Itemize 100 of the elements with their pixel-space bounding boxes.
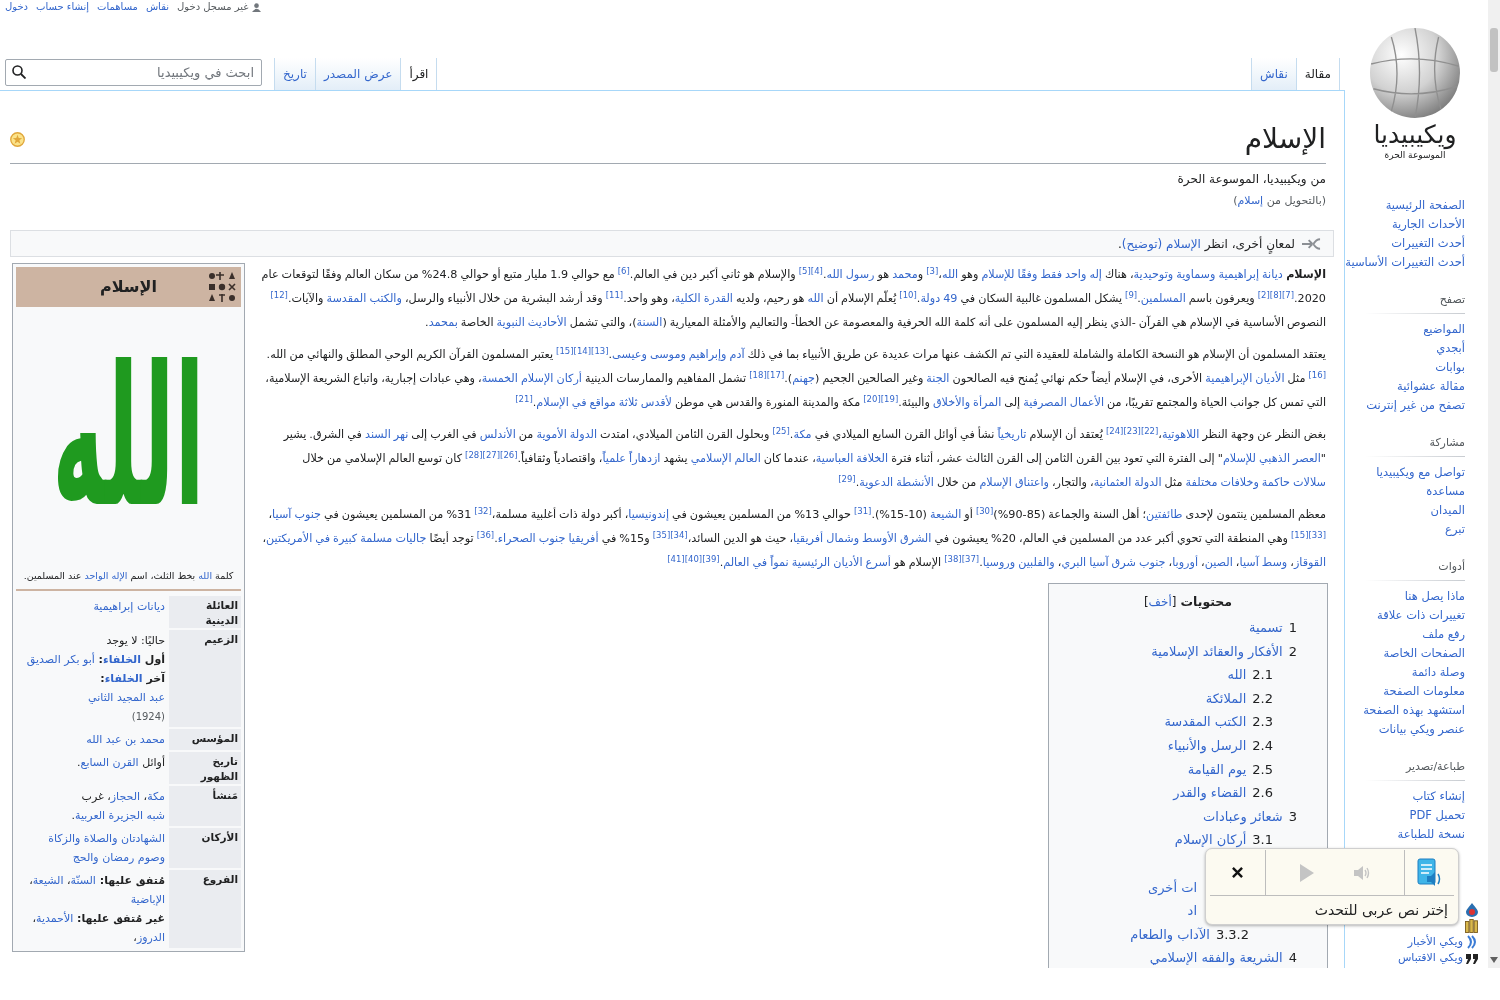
toc-toggle-link[interactable]: أخف (1148, 595, 1172, 609)
article-link[interactable]: العالم الإسلامي (690, 452, 761, 465)
reference-link[interactable]: [30] (975, 505, 994, 516)
sidebar-link[interactable]: تصفح من غير إنترنت (1366, 396, 1465, 415)
sidebar-link[interactable]: ويكي الأخبار (1407, 935, 1463, 949)
article-link[interactable]: الأندلس (479, 428, 516, 441)
article-link[interactable]: القوقاز (1293, 556, 1326, 569)
article-link[interactable]: أسرع الأديان الرئيسية نمواً في العالم (723, 556, 891, 569)
search-field[interactable]: ابحث في ويكيبيديا (5, 59, 262, 86)
sidebar-link[interactable]: ويكي الاقتباس (1397, 951, 1463, 965)
reference-link[interactable]: [17] (766, 369, 785, 380)
infobox-link[interactable]: مكة (147, 790, 165, 803)
search-icon[interactable] (12, 65, 26, 79)
sidebar-link[interactable]: تغييرات ذات علاقة (1377, 606, 1465, 625)
article-link[interactable]: محمد (892, 268, 918, 281)
reference-link[interactable]: [15] (1291, 529, 1309, 540)
reference-link[interactable]: [21] (515, 393, 533, 404)
personal-link[interactable]: نقاش (145, 1, 169, 13)
hatnote-link[interactable]: الإسلام (توضيح) (1121, 236, 1201, 251)
redirect-link[interactable]: إسلام (1237, 194, 1264, 207)
infobox-link[interactable]: شبه الجزيرة العربية (75, 809, 165, 822)
infobox-link[interactable]: أبو بكر الصديق (26, 653, 95, 666)
tab[interactable]: عرض المصدر (314, 58, 401, 90)
reference-link[interactable]: [22] (1140, 425, 1159, 436)
reference-link[interactable]: [19] (880, 393, 899, 404)
reference-link[interactable]: [4] (810, 265, 823, 276)
sidebar-link[interactable]: الميدان (1430, 501, 1465, 520)
article-link[interactable]: إندونيسيا (628, 508, 670, 521)
reference-link[interactable]: [33] (1308, 529, 1326, 540)
personal-link[interactable]: إنشاء حساب (36, 1, 90, 13)
personal-link[interactable]: دخول (5, 1, 29, 13)
reference-link[interactable]: [26] (500, 449, 518, 460)
article-link[interactable]: الشرق الأوسط وشمال أفريقيا (793, 532, 932, 545)
reference-link[interactable]: [6] (617, 265, 630, 276)
caption-link[interactable]: الإله الواحد (84, 570, 128, 581)
sidebar-link[interactable]: بوابات (1435, 358, 1465, 377)
reference-link[interactable]: [9] (1125, 289, 1138, 300)
quote-icon[interactable] (1466, 952, 1478, 964)
article-link[interactable]: أوروبا (1172, 556, 1198, 569)
scrollbar-thumb[interactable] (1490, 28, 1498, 72)
article-link[interactable]: الدولة الأموية (536, 428, 598, 441)
puzzle-globe-icon[interactable] (1370, 28, 1460, 118)
sidebar-link[interactable]: معلومات الصفحة (1383, 682, 1465, 701)
infobox-link[interactable]: الدروز (136, 931, 165, 944)
sidebar-link[interactable]: وصلة دائمة (1411, 663, 1465, 682)
reference-link[interactable]: [41] (667, 553, 685, 564)
reference-link[interactable]: [28] (465, 449, 483, 460)
article-link[interactable]: سلالات حاكمة وخلافات مختلفة (1185, 476, 1326, 489)
infobox-link[interactable]: الشهادتان والصلاة والزكاة وصوم رمضان والحج (20, 829, 165, 867)
infobox-link[interactable]: الخلفاء (103, 653, 141, 666)
article-link[interactable]: لأقدس ثلاثة مواقع في الإسلام (536, 396, 672, 409)
article-link[interactable]: طائفتين (1146, 508, 1183, 521)
article-link[interactable]: جهنم (792, 372, 816, 385)
article-link[interactable]: جنوب شرق آسيا البري (1061, 556, 1166, 569)
sidebar-link[interactable]: تحميل PDF (1409, 806, 1465, 825)
infobox-link[interactable]: الخلفاء (104, 672, 143, 685)
reference-link[interactable]: [20] (863, 393, 881, 404)
reference-link[interactable]: [11] (605, 289, 624, 300)
article-link[interactable]: وسط آسيا (1239, 556, 1288, 569)
reference-link[interactable]: [13] (591, 345, 609, 356)
article-link[interactable]: اللاهوتية (1162, 428, 1200, 441)
article-link[interactable]: ازدهاراً علمياً (602, 452, 661, 465)
reference-link[interactable]: [34] (670, 529, 688, 540)
sidebar-link[interactable]: ماذا يصل هنا (1404, 587, 1465, 606)
reference-link[interactable]: [40] (684, 553, 703, 564)
article-link[interactable]: آدم وإبراهيم وموسى وعيسى (612, 348, 745, 361)
toc-link[interactable]: ات أخرى (1148, 877, 1197, 898)
close-icon[interactable] (1232, 867, 1243, 878)
sidebar-link[interactable]: عنصر ويكي بيانات (1378, 720, 1465, 739)
curves-icon[interactable] (1466, 935, 1478, 949)
reference-link[interactable]: [15] (556, 345, 574, 356)
sidebar-link[interactable]: المواضيع (1423, 320, 1465, 339)
tab[interactable]: نقاش (1251, 58, 1296, 90)
article-link[interactable]: واعتناق الإسلام (979, 476, 1049, 489)
reference-link[interactable]: [37] (961, 553, 980, 564)
sidebar-link[interactable]: أحدث التغييرات (1391, 234, 1465, 253)
reference-link[interactable]: [27] (482, 449, 501, 460)
sidebar-link[interactable]: أبجدي (1436, 339, 1465, 358)
reference-link[interactable]: [14] (573, 345, 592, 356)
reference-link[interactable]: [12] (270, 289, 288, 300)
infobox-link[interactable]: عبد المجيد الثاني (88, 691, 165, 704)
infobox-link[interactable]: الإباضية (130, 893, 165, 906)
article-link[interactable]: مكة (793, 428, 812, 441)
article-link[interactable]: جاليات مسلمة كبيرة في الأمريكتين (266, 532, 427, 545)
scroll-down-arrow-icon[interactable] (1490, 957, 1498, 963)
article-link[interactable]: الله (941, 268, 959, 281)
sidebar-link[interactable]: رفع ملف (1422, 625, 1465, 644)
article-link[interactable]: الجنة (926, 372, 950, 385)
caption-link[interactable]: الله (198, 570, 213, 581)
article-link[interactable]: إله واحد فقط وفقًا للإسلام (981, 268, 1102, 281)
reference-link[interactable]: [8] (1269, 289, 1282, 300)
infobox-link[interactable]: السنّة (70, 874, 96, 887)
reference-link[interactable]: [25] (772, 425, 790, 436)
infobox-link[interactable]: محمد بن عبد الله (20, 730, 165, 749)
article-link[interactable]: رسول الله (826, 268, 875, 281)
reference-link[interactable]: [16] (1308, 369, 1326, 380)
read-aloud-icon[interactable] (1416, 857, 1443, 888)
reference-link[interactable]: [32] (474, 505, 492, 516)
reference-link[interactable]: [24] (1105, 425, 1124, 436)
scrollbar[interactable] (1488, 0, 1500, 968)
